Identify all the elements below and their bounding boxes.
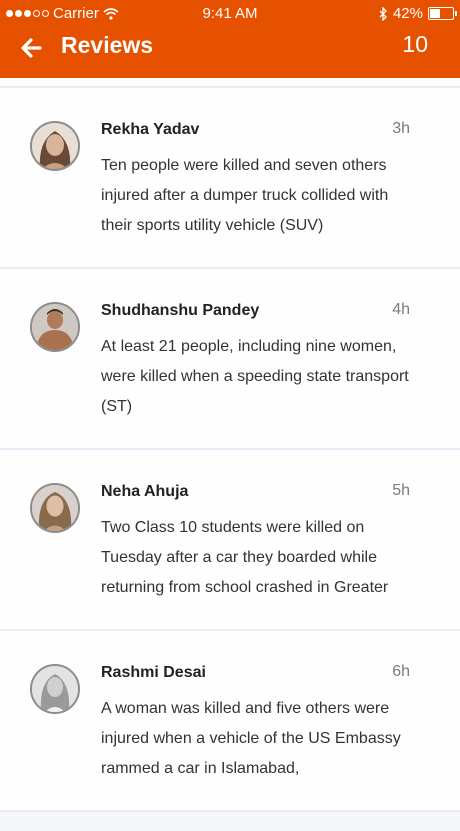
- review-time: 4h: [392, 301, 410, 318]
- page-title: Reviews: [61, 32, 154, 58]
- avatar: [30, 483, 80, 533]
- list-top-spacer: [0, 78, 460, 88]
- back-arrow-icon[interactable]: [18, 34, 46, 62]
- reviewer-name: Rekha Yadav: [101, 121, 200, 138]
- app-header: Carrier 9:41 AM 42% Reviews 10: [0, 0, 460, 78]
- reviewer-name: Shudhanshu Pandey: [101, 302, 260, 319]
- reviewer-name: Neha Ahuja: [101, 483, 189, 500]
- review-item[interactable]: Rashmi Desai 6h A woman was killed and f…: [0, 631, 460, 812]
- review-time: 5h: [392, 482, 410, 499]
- battery-icon: [428, 7, 457, 20]
- review-text: A woman was killed and five others were …: [101, 700, 401, 777]
- avatar: [30, 121, 80, 171]
- battery-percent: 42%: [392, 5, 423, 22]
- review-text: Ten people were killed and seven others …: [101, 157, 389, 234]
- status-bar: Carrier 9:41 AM 42%: [0, 0, 460, 28]
- review-time: 3h: [392, 120, 410, 137]
- nav-bar: Reviews 10: [0, 28, 460, 68]
- review-item[interactable]: Rekha Yadav 3h Ten people were killed an…: [0, 88, 460, 269]
- avatar: [30, 664, 80, 714]
- reviewer-name: Rashmi Desai: [101, 664, 206, 681]
- bluetooth-icon: [379, 6, 387, 21]
- review-item[interactable]: Neha Ahuja 5h Two Class 10 students were…: [0, 450, 460, 631]
- review-list[interactable]: Rekha Yadav 3h Ten people were killed an…: [0, 78, 460, 812]
- status-right: 42%: [379, 5, 457, 22]
- review-count: 10: [402, 31, 428, 57]
- review-item[interactable]: Shudhanshu Pandey 4h At least 21 people,…: [0, 269, 460, 450]
- avatar: [30, 302, 80, 352]
- review-text: Two Class 10 students were killed on Tue…: [101, 519, 389, 596]
- review-time: 6h: [392, 663, 410, 680]
- review-text: At least 21 people, including nine women…: [101, 338, 409, 415]
